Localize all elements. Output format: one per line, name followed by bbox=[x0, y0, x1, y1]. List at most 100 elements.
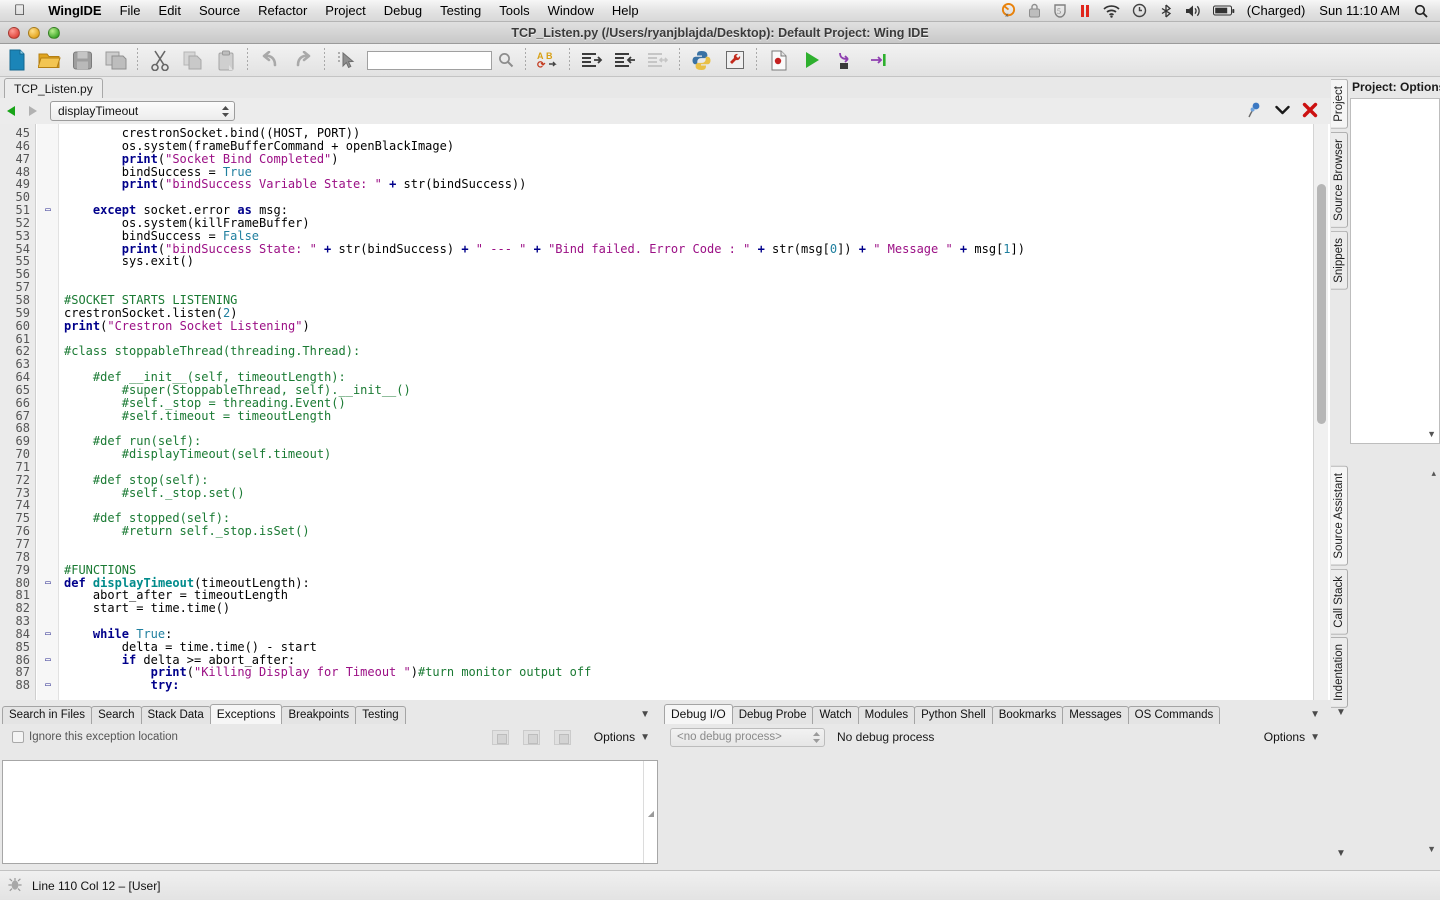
right-tab-indentation[interactable]: Indentation bbox=[1331, 637, 1348, 709]
code-lines[interactable]: 45 crestronSocket.bind((HOST, PORT)) 46 os.… bbox=[0, 124, 1330, 700]
tab-breakpoints[interactable]: Breakpoints bbox=[281, 706, 357, 724]
menu-item-help[interactable]: Help bbox=[603, 0, 648, 22]
exception-scrollbar[interactable]: ◢ bbox=[643, 761, 657, 863]
spotlight-search-icon[interactable] bbox=[1408, 4, 1440, 18]
bottom-left-collapse-icon[interactable]: ▼ bbox=[640, 709, 660, 720]
bluetooth-icon[interactable] bbox=[1153, 4, 1179, 18]
code-line[interactable]: 88 ▭ try: bbox=[0, 679, 1330, 692]
code-line[interactable]: 76 #return self._stop.isSet() bbox=[0, 525, 1330, 538]
tab-python-shell[interactable]: Python Shell bbox=[914, 706, 993, 724]
exception-down-icon[interactable] bbox=[553, 729, 571, 745]
bottom-scroll-up-icon[interactable]: ▼ bbox=[1336, 707, 1346, 718]
menu-item-source[interactable]: Source bbox=[190, 0, 249, 22]
undo-button[interactable] bbox=[253, 45, 286, 76]
right-tab-project[interactable]: Project bbox=[1331, 79, 1348, 129]
tab-os-commands[interactable]: OS Commands bbox=[1127, 706, 1221, 724]
chevron-down-icon[interactable] bbox=[1275, 104, 1290, 118]
code-line[interactable]: 54 print("bindSuccess State: " + str(bind… bbox=[0, 242, 1330, 256]
pause-icon[interactable] bbox=[1073, 4, 1097, 18]
new-file-button[interactable] bbox=[0, 45, 33, 76]
code-line[interactable]: 55 sys.exit() bbox=[0, 255, 1330, 268]
step-into-button[interactable] bbox=[861, 45, 894, 76]
debug-process-select[interactable]: <no debug process> bbox=[670, 727, 825, 747]
select-tool-button[interactable] bbox=[330, 45, 363, 76]
tab-modules[interactable]: Modules bbox=[857, 706, 916, 724]
tab-messages[interactable]: Messages bbox=[1062, 706, 1129, 724]
fold-toggle-icon[interactable]: ▭ bbox=[43, 679, 53, 692]
source-assistant-scroll-down-icon[interactable]: ▼ bbox=[1427, 844, 1436, 854]
editor-vertical-scrollbar[interactable] bbox=[1313, 124, 1328, 700]
save-all-button[interactable] bbox=[99, 45, 132, 76]
source-assistant-scroll-icon[interactable]: ▴ bbox=[1431, 468, 1436, 479]
open-file-button[interactable] bbox=[33, 45, 66, 76]
bottom-right-collapse-icon[interactable]: ▼ bbox=[1310, 709, 1330, 720]
debug-options-label[interactable]: Options bbox=[1264, 730, 1305, 744]
ignore-exception-checkbox[interactable] bbox=[12, 731, 24, 743]
project-properties-button[interactable] bbox=[718, 45, 751, 76]
fold-toggle-icon[interactable]: ▭ bbox=[43, 628, 53, 641]
python-shell-button[interactable] bbox=[685, 45, 718, 76]
bottom-scroll-down-icon[interactable]: ▼ bbox=[1336, 848, 1346, 859]
tab-search[interactable]: Search bbox=[91, 706, 142, 724]
wifi-icon[interactable] bbox=[1097, 4, 1126, 18]
replace-button[interactable]: A B ⟳ bbox=[531, 45, 564, 76]
menu-item-project[interactable]: Project bbox=[316, 0, 374, 22]
exception-options-chevron-icon[interactable]: ▼ bbox=[640, 732, 650, 743]
nav-forward-button[interactable] bbox=[22, 101, 44, 121]
right-tab-snippets[interactable]: Snippets bbox=[1331, 230, 1348, 290]
menu-item-tools[interactable]: Tools bbox=[490, 0, 538, 22]
fold-toggle-icon[interactable]: ▭ bbox=[43, 654, 53, 667]
file-tab-tcp-listen[interactable]: TCP_Listen.py bbox=[4, 78, 103, 98]
fold-toggle-icon[interactable]: ▭ bbox=[43, 204, 53, 217]
scrollbar-thumb[interactable] bbox=[1317, 184, 1326, 424]
right-tab-call-stack[interactable]: Call Stack bbox=[1331, 568, 1348, 635]
code-line[interactable]: 78 bbox=[0, 550, 1330, 564]
red-x-close-icon[interactable] bbox=[1302, 102, 1318, 121]
breakpoint-button[interactable] bbox=[762, 45, 795, 76]
step-over-button[interactable] bbox=[828, 45, 861, 76]
fold-toggle-icon[interactable]: ▭ bbox=[43, 577, 53, 590]
code-line[interactable]: 60 print("Crestron Socket Listening") bbox=[0, 319, 1330, 333]
exception-middle-icon[interactable] bbox=[522, 729, 540, 745]
menu-item-wingide[interactable]: WingIDE bbox=[39, 0, 110, 22]
indent-button[interactable] bbox=[575, 45, 608, 76]
find-button[interactable] bbox=[492, 45, 520, 76]
apple-logo-icon[interactable]:  bbox=[14, 3, 25, 18]
tab-debug-i-o[interactable]: Debug I/O bbox=[664, 704, 733, 724]
menu-item-file[interactable]: File bbox=[111, 0, 150, 22]
menu-item-debug[interactable]: Debug bbox=[375, 0, 431, 22]
right-tab-source-browser[interactable]: Source Browser bbox=[1331, 131, 1348, 228]
timemachine-icon[interactable] bbox=[1126, 3, 1153, 18]
tab-testing[interactable]: Testing bbox=[355, 706, 406, 724]
tab-watch[interactable]: Watch bbox=[812, 706, 859, 724]
exception-up-icon[interactable] bbox=[491, 729, 509, 745]
symbol-select[interactable]: displayTimeout bbox=[50, 101, 235, 121]
tab-search-in-files[interactable]: Search in Files bbox=[2, 706, 93, 724]
menu-item-edit[interactable]: Edit bbox=[150, 0, 190, 22]
redo-button[interactable] bbox=[286, 45, 319, 76]
menu-bar-clock[interactable]: Sun 11:10 AM bbox=[1311, 3, 1408, 18]
debug-options-chevron-icon[interactable]: ▼ bbox=[1310, 732, 1320, 743]
paste-button[interactable] bbox=[209, 45, 242, 76]
copy-button[interactable] bbox=[176, 45, 209, 76]
cut-button[interactable] bbox=[143, 45, 176, 76]
search-input[interactable] bbox=[368, 51, 491, 69]
toolbar-search-box[interactable] bbox=[367, 50, 492, 70]
tab-debug-probe[interactable]: Debug Probe bbox=[731, 706, 814, 724]
right-tab-source-assistant[interactable]: Source Assistant bbox=[1331, 466, 1348, 566]
code-line[interactable]: 77 bbox=[0, 538, 1330, 551]
pin-icon[interactable] bbox=[1248, 101, 1263, 121]
menu-item-window[interactable]: Window bbox=[539, 0, 603, 22]
code-line[interactable]: 87 print("Killing Display for Timeout ")#… bbox=[0, 666, 1330, 679]
menu-item-refactor[interactable]: Refactor bbox=[249, 0, 316, 22]
exception-output-area[interactable]: ◢ bbox=[2, 760, 658, 864]
outdent-button[interactable] bbox=[608, 45, 641, 76]
panel-scroll-down-icon[interactable]: ▼ bbox=[1427, 429, 1436, 439]
battery-icon[interactable] bbox=[1207, 5, 1241, 17]
code-line[interactable]: 56 bbox=[0, 268, 1330, 281]
menu-item-testing[interactable]: Testing bbox=[431, 0, 490, 22]
run-button[interactable] bbox=[795, 45, 828, 76]
code-line[interactable]: 49 print("bindSuccess Variable State: " +… bbox=[0, 178, 1330, 191]
project-panel-body[interactable] bbox=[1350, 98, 1440, 444]
crashplan-icon[interactable]: x bbox=[995, 3, 1022, 18]
